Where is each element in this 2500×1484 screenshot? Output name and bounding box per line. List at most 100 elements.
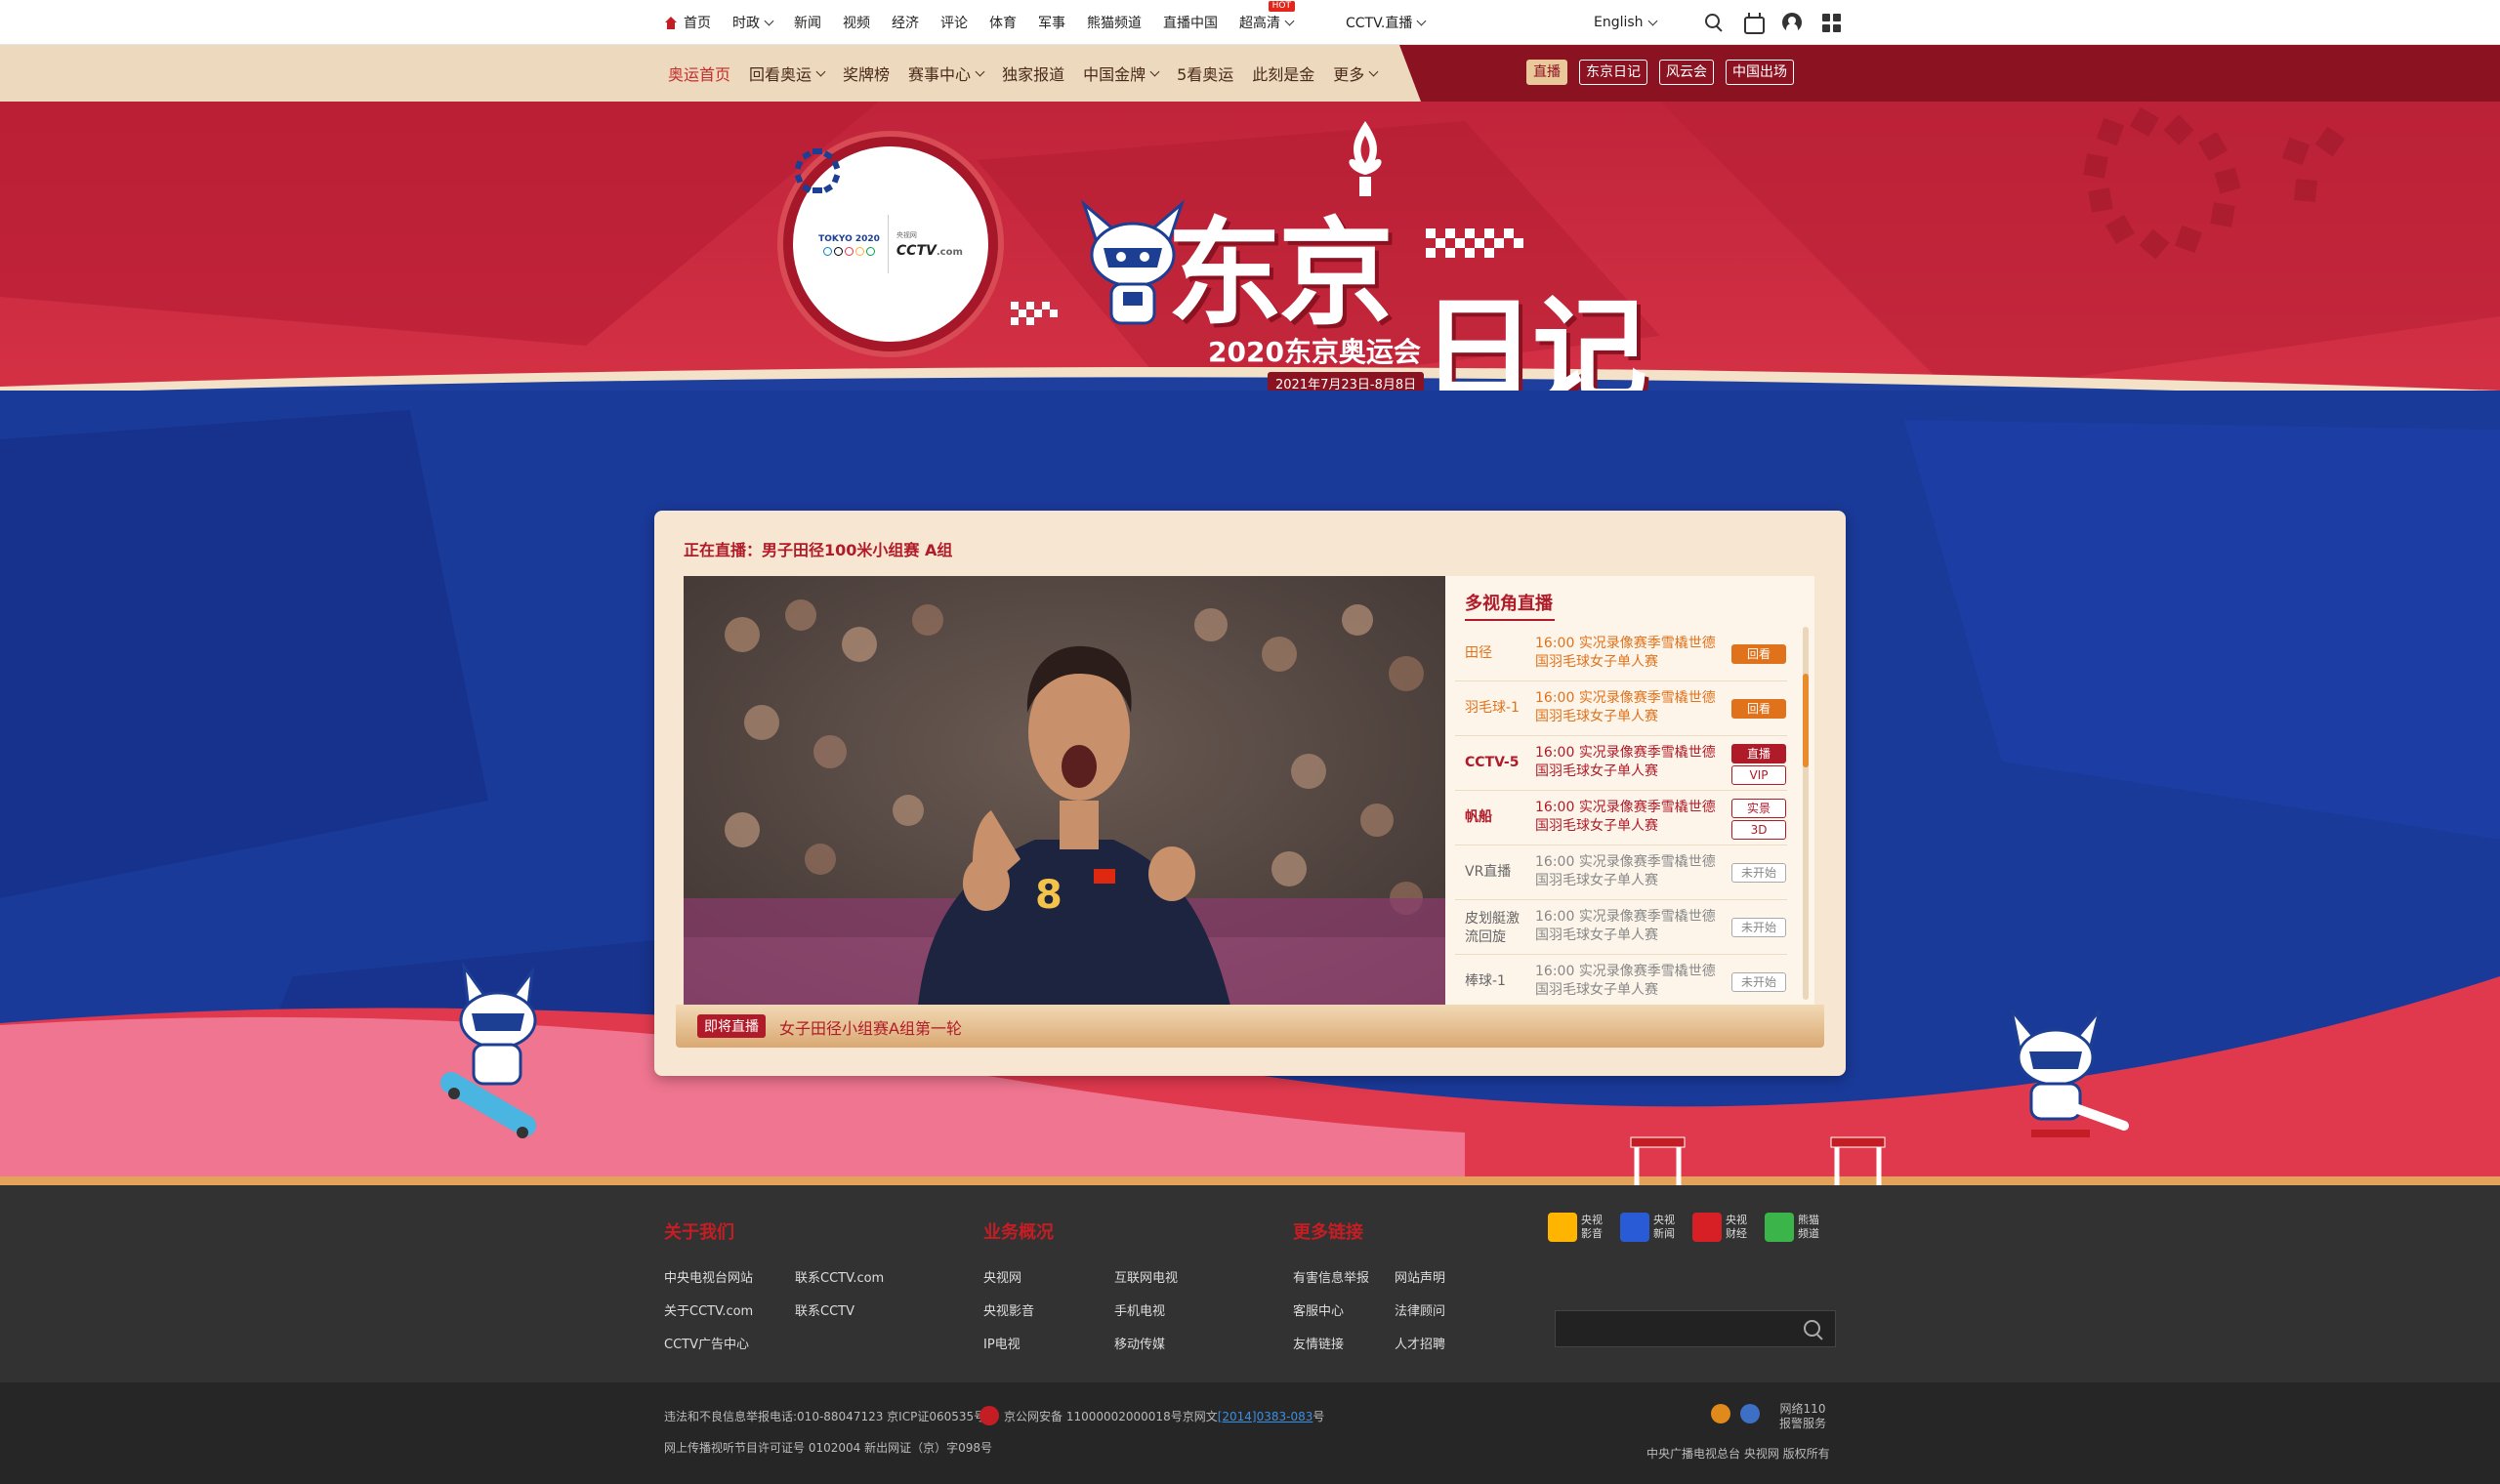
- footer-link[interactable]: 网站声明: [1395, 1267, 1445, 1286]
- app-name: 央视 影音: [1581, 1214, 1606, 1241]
- top-nav-item[interactable]: 评论: [940, 13, 968, 32]
- footer-link[interactable]: 互联网电视: [1114, 1267, 1178, 1286]
- subnav-item[interactable]: 独家报道: [1002, 62, 1064, 85]
- app-link[interactable]: 央视 财经: [1692, 1213, 1751, 1242]
- footer-link[interactable]: 中央电视台网站: [664, 1267, 753, 1286]
- video-frame-image: 8: [684, 576, 1445, 1006]
- user-icon[interactable]: [1782, 13, 1802, 32]
- language-switch[interactable]: English: [1594, 0, 1658, 45]
- status-badge[interactable]: 实景: [1731, 799, 1786, 818]
- footer-link[interactable]: CCTV广告中心: [664, 1334, 749, 1352]
- status-badge[interactable]: VIP: [1731, 765, 1786, 785]
- live-player-card: 正在直播：男子田径100米小组赛 A组 8 多视角直播 田径 16:00 实况录…: [654, 511, 1846, 1076]
- top-nav-item[interactable]: CCTV.直播: [1346, 13, 1427, 32]
- app-name-line: 央视: [1653, 1214, 1675, 1226]
- app-logo-icon: [1692, 1213, 1722, 1242]
- program-time: 16:00: [1535, 745, 1575, 761]
- upcoming-bar[interactable]: 即将直播 女子田径小组赛A组第一轮: [676, 1005, 1824, 1048]
- subnav-item[interactable]: 更多: [1333, 62, 1379, 85]
- global-top-nav: 首页 时政 新闻 视频 经济 评论 体育 军事 熊猫频道 直播中国 超高清 HOT CCTV.直播 En…: [0, 0, 2500, 45]
- channel-label: 棒球-1: [1465, 973, 1506, 989]
- app-link[interactable]: 央视 影音: [1548, 1213, 1606, 1242]
- top-nav-label: 新闻: [794, 16, 821, 31]
- search-icon[interactable]: [1704, 13, 1724, 32]
- apps-grid-icon[interactable]: [1821, 13, 1841, 32]
- status-badge[interactable]: 直播: [1731, 744, 1786, 763]
- app-name: 央视 新闻: [1653, 1214, 1679, 1241]
- subnav-item[interactable]: 赛事中心: [908, 62, 985, 85]
- status-badge[interactable]: 未开始: [1731, 972, 1786, 992]
- scrollbar-thumb[interactable]: [1803, 674, 1809, 767]
- banner-title-line1: 东京: [1167, 206, 1394, 341]
- multi-angle-row[interactable]: CCTV-5 16:00 实况录像赛季雪橇世德国羽毛球女子单人赛 直播 VIP: [1455, 736, 1787, 791]
- now-playing-title: 正在直播：男子田径100米小组赛 A组: [684, 541, 953, 559]
- multi-angle-scrollbar[interactable]: [1803, 627, 1809, 1000]
- status-badge[interactable]: 未开始: [1731, 918, 1786, 937]
- app-link[interactable]: 央视 新闻: [1620, 1213, 1679, 1242]
- footer-col-business-title: 业务概况: [983, 1222, 1054, 1243]
- top-nav-item[interactable]: 经济: [892, 13, 919, 32]
- footer-link[interactable]: 有害信息举报: [1293, 1267, 1369, 1286]
- footer-search-input[interactable]: [1555, 1310, 1836, 1347]
- multi-angle-row[interactable]: VR直播 16:00 实况录像赛季雪橇世德国羽毛球女子单人赛 未开始: [1455, 845, 1787, 900]
- status-badge[interactable]: 回看: [1731, 644, 1786, 664]
- app-link[interactable]: 熊猫 频道: [1765, 1213, 1823, 1242]
- footer-link[interactable]: 联系CCTV: [795, 1300, 854, 1319]
- top-nav-item[interactable]: 时政: [732, 13, 774, 32]
- olympic-broadcast-logo[interactable]: TOKYO 2020 央视网 CCTV.com: [783, 137, 998, 351]
- program-info: 16:00 实况录像赛季雪橇世德国羽毛球女子单人赛: [1535, 908, 1726, 945]
- footer-link[interactable]: 人才招聘: [1395, 1334, 1445, 1352]
- top-nav-item[interactable]: 超高清 HOT: [1239, 1, 1295, 32]
- subnav-button[interactable]: 风云会: [1659, 60, 1714, 85]
- cyber-police-icon[interactable]: [1740, 1404, 1760, 1423]
- footer-link[interactable]: 友情链接: [1293, 1334, 1344, 1352]
- top-nav-item[interactable]: 视频: [843, 13, 870, 32]
- footer-link[interactable]: 客服中心: [1293, 1300, 1344, 1319]
- status-badge[interactable]: 3D: [1731, 820, 1786, 840]
- footer-link[interactable]: 联系CCTV.com: [795, 1267, 884, 1286]
- language-label: English: [1594, 15, 1644, 30]
- footer-link[interactable]: 移动传媒: [1114, 1334, 1165, 1352]
- police-emblem-icon[interactable]: [1711, 1404, 1730, 1423]
- subnav-item[interactable]: 回看奥运: [749, 62, 826, 85]
- subnav-button[interactable]: 直播: [1526, 60, 1567, 85]
- legal-beian-link[interactable]: [2014]0383-083: [1218, 1410, 1313, 1423]
- app-name-line: 财经: [1726, 1227, 1747, 1240]
- multi-angle-row[interactable]: 棒球-1 16:00 实况录像赛季雪橇世德国羽毛球女子单人赛 未开始: [1455, 955, 1787, 1006]
- top-nav-item[interactable]: 新闻: [794, 13, 821, 32]
- footer-link[interactable]: IP电视: [983, 1334, 1021, 1352]
- subnav-item[interactable]: 奖牌榜: [843, 62, 890, 85]
- multi-angle-row[interactable]: 帆船 16:00 实况录像赛季雪橇世德国羽毛球女子单人赛 实景 3D: [1455, 791, 1787, 845]
- status-badge[interactable]: 回看: [1731, 699, 1786, 719]
- program-info: 16:00 实况录像赛季雪橇世德国羽毛球女子单人赛: [1535, 744, 1726, 781]
- live-video-player[interactable]: 8: [684, 576, 1445, 1006]
- tv-icon[interactable]: [1743, 13, 1765, 34]
- top-nav-item[interactable]: 首页: [664, 13, 711, 32]
- top-nav-icons: [1704, 0, 1841, 45]
- search-icon[interactable]: [1804, 1320, 1823, 1340]
- subnav-item[interactable]: 奥运首页: [668, 62, 730, 85]
- subnav-item[interactable]: 此刻是金: [1252, 62, 1314, 85]
- footer-link[interactable]: 手机电视: [1114, 1300, 1165, 1319]
- tokyo-2020-label: TOKYO 2020: [818, 234, 880, 244]
- subnav-item[interactable]: 5看奥运: [1177, 62, 1233, 85]
- cyber-police-report[interactable]: 网络110 报警服务: [1779, 1402, 1826, 1431]
- subnav-label: 中国金牌: [1083, 65, 1146, 84]
- subnav-button[interactable]: 东京日记: [1579, 60, 1647, 85]
- multi-angle-row[interactable]: 羽毛球-1 16:00 实况录像赛季雪橇世德国羽毛球女子单人赛 回看: [1455, 681, 1787, 736]
- footer-link[interactable]: 关于CCTV.com: [664, 1300, 753, 1319]
- footer-link[interactable]: 央视影音: [983, 1300, 1034, 1319]
- footer-link[interactable]: 法律顾问: [1395, 1300, 1445, 1319]
- subnav-button[interactable]: 中国出场: [1726, 60, 1794, 85]
- multi-angle-row[interactable]: 皮划艇激流回旋 16:00 实况录像赛季雪橇世德国羽毛球女子单人赛 未开始: [1455, 900, 1787, 955]
- top-nav-item[interactable]: 体育: [989, 13, 1017, 32]
- status-badge[interactable]: 未开始: [1731, 863, 1786, 883]
- top-nav-item[interactable]: 军事: [1038, 13, 1065, 32]
- top-nav-item[interactable]: 直播中国: [1163, 13, 1218, 32]
- multi-angle-title: 多视角直播: [1465, 590, 1555, 621]
- multi-angle-row[interactable]: 田径 16:00 实况录像赛季雪橇世德国羽毛球女子单人赛 回看: [1455, 627, 1787, 681]
- subnav-item[interactable]: 中国金牌: [1083, 62, 1160, 85]
- upcoming-text[interactable]: 女子田径小组赛A组第一轮: [779, 1015, 962, 1039]
- footer-link[interactable]: 央视网: [983, 1267, 1021, 1286]
- top-nav-item[interactable]: 熊猫频道: [1087, 13, 1142, 32]
